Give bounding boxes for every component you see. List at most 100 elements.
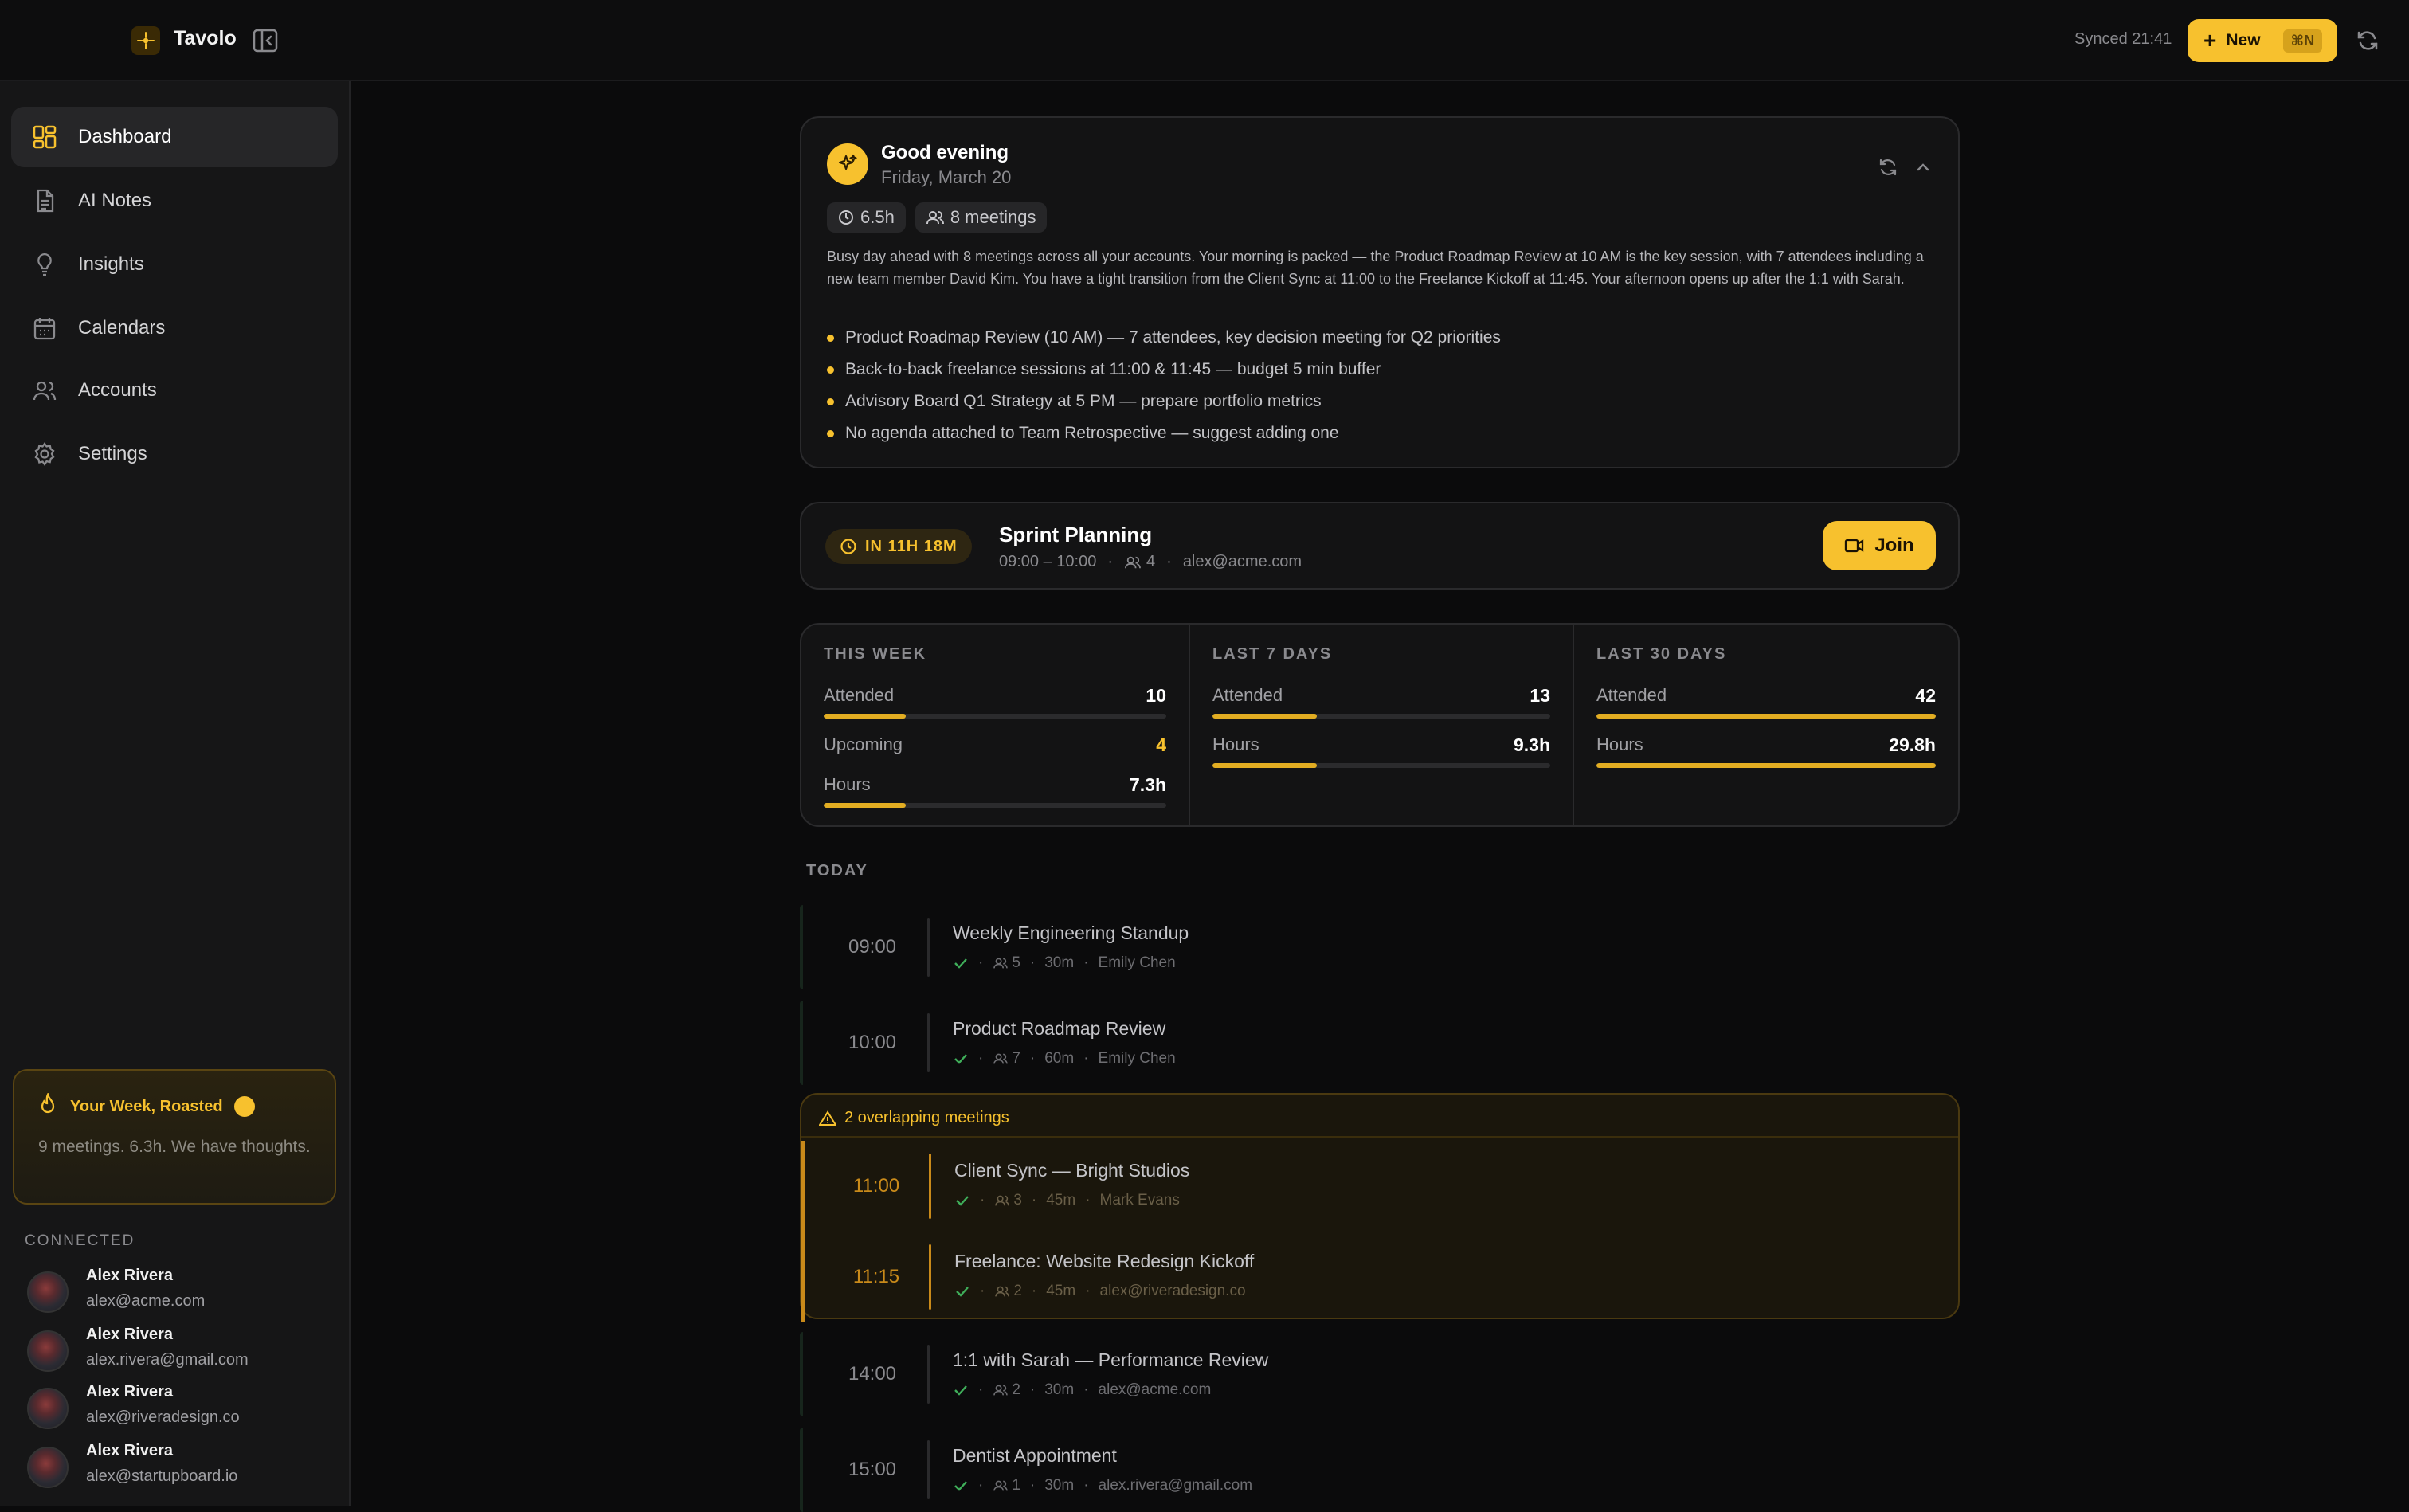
meeting-meta: · 1 · 30m · alex.rivera@gmail.com xyxy=(953,1477,1252,1494)
stat-label: Attended xyxy=(1212,685,1283,705)
attendee-count: 2 xyxy=(1013,1283,1022,1299)
week-roast-card[interactable]: Your Week, Roasted 9 meetings. 6.3h. We … xyxy=(13,1069,336,1205)
refresh-icon[interactable] xyxy=(1877,156,1899,178)
attendee-count: 3 xyxy=(1013,1192,1022,1208)
meeting-title: Product Roadmap Review xyxy=(953,1018,1166,1039)
list-item: Back-to-back freelance sessions at 11:00… xyxy=(827,354,1501,386)
next-meeting-meta: 09:00 – 10:00 · 4 · alex@acme.com xyxy=(999,553,1302,571)
progress-bar xyxy=(1212,763,1550,768)
divider xyxy=(927,1440,930,1499)
sidebar-item-insights[interactable]: Insights xyxy=(11,234,338,295)
meeting-row[interactable]: 15:00 Dentist Appointment · 1 · 30m · al… xyxy=(800,1428,1960,1512)
meeting-meta: · 2 · 30m · alex@acme.com xyxy=(953,1381,1211,1399)
separator: · xyxy=(1029,1477,1036,1494)
account-email: alex@acme.com xyxy=(86,1292,206,1310)
meeting-organizer: alex@riveradesign.co xyxy=(1099,1283,1246,1299)
account-name: Alex Rivera xyxy=(86,1442,173,1459)
separator: · xyxy=(1029,1050,1036,1067)
users-icon xyxy=(995,1195,1010,1206)
meeting-title: Dentist Appointment xyxy=(953,1445,1117,1466)
progress-fill xyxy=(1212,714,1318,719)
app-name: Tavolo xyxy=(174,27,237,49)
row-edge xyxy=(800,1332,803,1416)
attendee-count: 7 xyxy=(1012,1050,1020,1067)
separator: · xyxy=(1166,553,1172,570)
meeting-duration: 30m xyxy=(1044,1381,1075,1398)
progress-bar xyxy=(824,714,1166,719)
users-icon xyxy=(993,1053,1009,1064)
new-button[interactable]: + New ⌘N xyxy=(2188,19,2337,62)
separator: · xyxy=(978,1050,984,1067)
meeting-row[interactable]: 14:00 1:1 with Sarah — Performance Revie… xyxy=(800,1332,1960,1416)
brief-chips: 6.5h 8 meetings xyxy=(827,202,1048,233)
attendee-count: 1 xyxy=(1012,1477,1020,1494)
check-icon xyxy=(954,1054,967,1064)
progress-fill xyxy=(824,714,907,719)
sidebar-item-label: Calendars xyxy=(78,317,166,339)
sidebar-collapse-icon[interactable] xyxy=(252,28,279,53)
check-icon xyxy=(954,1481,967,1491)
users-icon xyxy=(926,211,944,225)
roast-body: 9 meetings. 6.3h. We have thoughts. xyxy=(38,1138,311,1156)
stat-hours: Hours 7.3h xyxy=(824,774,1166,814)
sidebar-item-label: AI Notes xyxy=(78,190,152,211)
refresh-icon[interactable] xyxy=(2355,28,2380,53)
separator: · xyxy=(1029,1381,1036,1398)
row-edge xyxy=(800,1001,803,1085)
connected-account[interactable]: Alex Rivera alex.rivera@gmail.com xyxy=(27,1324,346,1377)
list-item: Advisory Board Q1 Strategy at 5 PM — pre… xyxy=(827,386,1501,417)
stat-label: Attended xyxy=(1596,685,1667,705)
meeting-duration: 45m xyxy=(1046,1192,1076,1208)
meeting-time: 15:00 xyxy=(848,1459,897,1480)
meetings-chip-label: 8 meetings xyxy=(950,207,1036,227)
meeting-row[interactable]: 09:00 Weekly Engineering Standup · 5 · 3… xyxy=(800,905,1960,989)
roast-title-row: Your Week, Roasted xyxy=(38,1091,311,1120)
progress-fill xyxy=(824,803,907,808)
next-meeting-time: 09:00 – 10:00 xyxy=(999,553,1097,570)
meeting-row[interactable]: 11:15 Freelance: Website Redesign Kickof… xyxy=(801,1232,1958,1322)
stat-attended: Attended 13 xyxy=(1212,685,1550,725)
video-icon xyxy=(1845,539,1864,553)
stat-attended: Attended 42 xyxy=(1596,685,1936,725)
join-button[interactable]: Join xyxy=(1823,521,1936,570)
sync-status: Synced 21:41 xyxy=(2074,30,2172,48)
bullet-dot xyxy=(827,366,834,374)
avatar xyxy=(27,1271,69,1313)
brief-highlights: Product Roadmap Review (10 AM) — 7 atten… xyxy=(827,322,1501,449)
separator: · xyxy=(1083,1477,1089,1494)
sidebar-item-settings[interactable]: Settings xyxy=(11,424,338,484)
meeting-duration: 30m xyxy=(1044,1477,1075,1494)
meeting-meta: · 7 · 60m · Emily Chen xyxy=(953,1050,1176,1067)
row-edge xyxy=(801,1232,805,1322)
sidebar-item-ai-notes[interactable]: AI Notes xyxy=(11,170,338,231)
connected-account[interactable]: Alex Rivera alex@riveradesign.co xyxy=(27,1381,346,1434)
separator: · xyxy=(1085,1283,1091,1299)
meeting-row[interactable]: 10:00 Product Roadmap Review · 7 · 60m ·… xyxy=(800,1001,1960,1085)
calendar-icon xyxy=(32,315,57,341)
stat-value: 9.3h xyxy=(1513,734,1550,755)
next-meeting-title: Sprint Planning xyxy=(999,523,1153,546)
meeting-title: Weekly Engineering Standup xyxy=(953,922,1189,943)
meeting-time: 09:00 xyxy=(848,936,897,958)
meeting-row[interactable]: 11:00 Client Sync — Bright Studios · 3 ·… xyxy=(801,1141,1958,1232)
bullet-dot xyxy=(827,334,834,342)
users-icon xyxy=(993,958,1009,969)
sidebar-item-accounts[interactable]: Accounts xyxy=(11,360,338,421)
sidebar-item-calendars[interactable]: Calendars xyxy=(11,298,338,358)
next-meeting-card[interactable]: IN 11H 18M Sprint Planning 09:00 – 10:00… xyxy=(800,502,1960,590)
stats-last-7-days: LAST 7 DAYS Attended 13 Hours 9.3h xyxy=(1189,625,1573,825)
connected-account[interactable]: Alex Rivera alex@acme.com xyxy=(27,1265,346,1318)
separator: · xyxy=(1083,1050,1089,1067)
chevron-up-icon[interactable] xyxy=(1912,156,1934,178)
meeting-organizer: Emily Chen xyxy=(1098,954,1176,971)
stat-heading: LAST 7 DAYS xyxy=(1212,645,1333,663)
check-icon xyxy=(956,1287,969,1297)
connected-label: CONNECTED xyxy=(25,1232,135,1249)
divider xyxy=(927,1013,930,1072)
sidebar-item-dashboard[interactable]: Dashboard xyxy=(11,107,338,167)
divider xyxy=(927,918,930,977)
avatar xyxy=(27,1447,69,1488)
stat-label: Upcoming xyxy=(824,734,903,754)
connected-account[interactable]: Alex Rivera alex@startupboard.io xyxy=(27,1440,346,1493)
separator: · xyxy=(978,954,984,971)
